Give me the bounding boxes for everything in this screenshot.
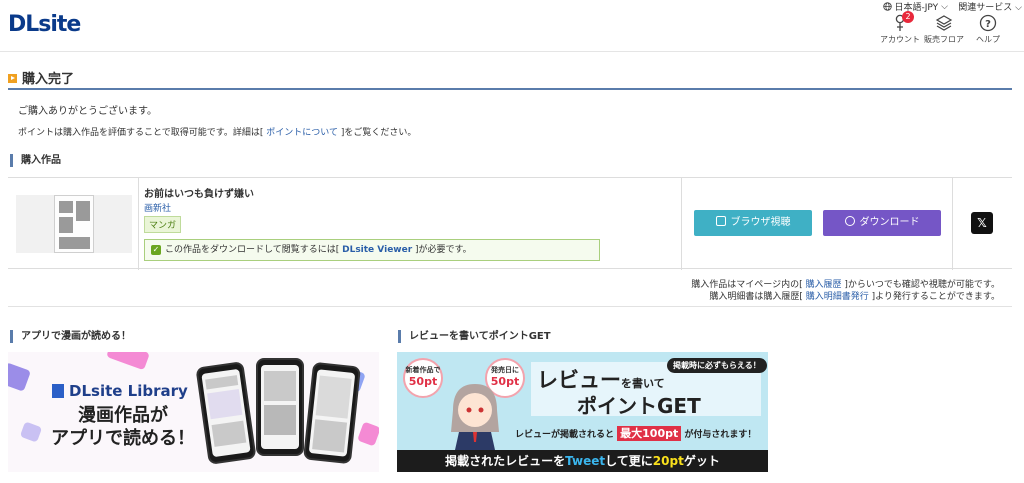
review-point-banner[interactable]: 新着作品で 50pt 発売日に 50pt 掲載時に必ずもらえる！ レビューを書いて … bbox=[397, 352, 768, 472]
review-guarantee-tag: 掲載時に必ずもらえる！ bbox=[667, 358, 767, 373]
globe-icon bbox=[882, 2, 892, 11]
genre-badge: マンガ bbox=[144, 216, 182, 233]
related-services-menu[interactable]: 関連サービス ⌵ bbox=[958, 0, 1022, 13]
phone-mockup bbox=[303, 361, 361, 465]
sales-floor-button[interactable]: 販売フロア bbox=[922, 14, 966, 45]
site-header: DLsite 日本語-JPY ⌵ 関連サービス ⌵ 2 アカウント 販売フロア … bbox=[0, 0, 1024, 52]
decor-shape bbox=[357, 421, 379, 447]
point-note-text-end: ]をご覧ください。 bbox=[337, 128, 417, 138]
library-logo-icon bbox=[52, 384, 64, 398]
download-label: ダウンロード bbox=[859, 217, 920, 228]
product-maker[interactable]: 画新社 bbox=[144, 201, 171, 214]
notification-badge: 2 bbox=[902, 11, 914, 23]
viewer-required-note: ✓ この作品をダウンロードして閲覧するには[ DLsite Viewer ]が必要… bbox=[144, 239, 600, 261]
app-banner-line2: アプリで読める！ bbox=[51, 428, 195, 449]
review-tweet-bar: 掲載されたレビューをTweetして更に20ptゲット bbox=[397, 450, 768, 472]
chevron-down-icon: ⌵ bbox=[941, 1, 948, 12]
point-note-text: ポイントは購入作品を評価することで取得可能です。詳細は[ bbox=[18, 128, 267, 138]
point-note: ポイントは購入作品を評価することで取得可能です。詳細は[ ポイントについて ]を… bbox=[18, 125, 416, 138]
library-logo-text: DLsite Library bbox=[69, 382, 188, 400]
chevron-down-icon: ⌵ bbox=[1015, 3, 1022, 13]
x-share-button[interactable]: 𝕏 bbox=[971, 212, 993, 234]
manga-page-image bbox=[54, 195, 94, 253]
section-divider bbox=[8, 306, 1012, 307]
browser-view-label: ブラウザ視聴 bbox=[730, 217, 791, 228]
shield-check-icon: ✓ bbox=[151, 245, 161, 255]
review-section-heading: レビューを書いてポイントGET bbox=[398, 330, 551, 343]
purchased-heading: 購入作品 bbox=[10, 154, 61, 167]
sales-floor-label: 販売フロア bbox=[924, 35, 964, 44]
purchased-item-row: お前はいつも負けず嫌い 画新社 マンガ ✓ この作品をダウンロードして閲覧するには… bbox=[8, 177, 1012, 270]
browser-view-button[interactable]: ブラウザ視聴 bbox=[694, 210, 812, 236]
product-thumbnail[interactable] bbox=[16, 195, 132, 253]
cloud-download-icon bbox=[844, 216, 855, 226]
layers-icon bbox=[935, 15, 953, 31]
page-title: 購入完了 bbox=[8, 68, 1012, 90]
dlsite-library-banner[interactable]: DLsite Library 漫画作品が アプリで読める！ bbox=[8, 352, 379, 472]
column-divider bbox=[952, 178, 953, 270]
help-button[interactable]: ? ヘルプ bbox=[966, 14, 1010, 45]
app-banner-line1: 漫画作品が bbox=[78, 405, 168, 426]
account-label: アカウント bbox=[880, 35, 920, 44]
svg-text:?: ? bbox=[985, 19, 991, 30]
product-title[interactable]: お前はいつも負けず嫌い bbox=[144, 185, 254, 200]
help-label: ヘルプ bbox=[976, 35, 1000, 44]
viewer-note-text: この作品をダウンロードして閲覧するには[ bbox=[165, 245, 343, 255]
download-button[interactable]: ダウンロード bbox=[823, 210, 941, 236]
column-divider bbox=[681, 178, 682, 270]
review-subtitle: レビューが掲載されると 最大100pt が付与されます！ bbox=[515, 426, 757, 441]
app-section-heading: アプリで漫画が読める！ bbox=[10, 330, 131, 343]
phone-mockup bbox=[256, 358, 304, 456]
dlsite-viewer-link[interactable]: DLsite Viewer bbox=[342, 245, 412, 255]
review-title-line2: ポイントGET bbox=[577, 394, 701, 418]
new-work-bubble: 新着作品で 50pt bbox=[403, 358, 443, 398]
history-note-2: 購入明細書は購入履歴[ 購入明細書発行 ]より発行することができます。 bbox=[709, 289, 1000, 302]
issue-statement-link[interactable]: 購入明細書発行 bbox=[806, 292, 869, 302]
title-marker-icon bbox=[8, 74, 17, 83]
statement-note-text: 購入明細書は購入履歴[ bbox=[709, 292, 806, 302]
language-label: 日本語-JPY bbox=[894, 3, 939, 13]
app-banner-text: 漫画作品が アプリで読める！ bbox=[38, 404, 208, 450]
language-selector[interactable]: 日本語-JPY ⌵ bbox=[882, 0, 948, 13]
dlsite-logo[interactable]: DLsite bbox=[8, 12, 81, 37]
decor-shape bbox=[106, 352, 150, 371]
page-title-text: 購入完了 bbox=[22, 72, 75, 87]
thanks-message: ご購入ありがとうございます。 bbox=[18, 106, 157, 117]
statement-note-text-end: ]より発行することができます。 bbox=[868, 292, 1000, 302]
help-icon: ? bbox=[979, 14, 997, 32]
decor-shape bbox=[8, 362, 31, 392]
column-divider bbox=[138, 178, 139, 270]
dlsite-library-logo: DLsite Library bbox=[52, 382, 188, 400]
viewer-note-text-end: ]が必要です。 bbox=[412, 245, 472, 255]
character-illustration bbox=[451, 384, 499, 450]
account-button[interactable]: 2 アカウント bbox=[878, 11, 922, 45]
about-points-link[interactable]: ポイントについて bbox=[266, 128, 338, 138]
browser-icon bbox=[715, 216, 726, 226]
related-services-label: 関連サービス bbox=[958, 3, 1013, 13]
